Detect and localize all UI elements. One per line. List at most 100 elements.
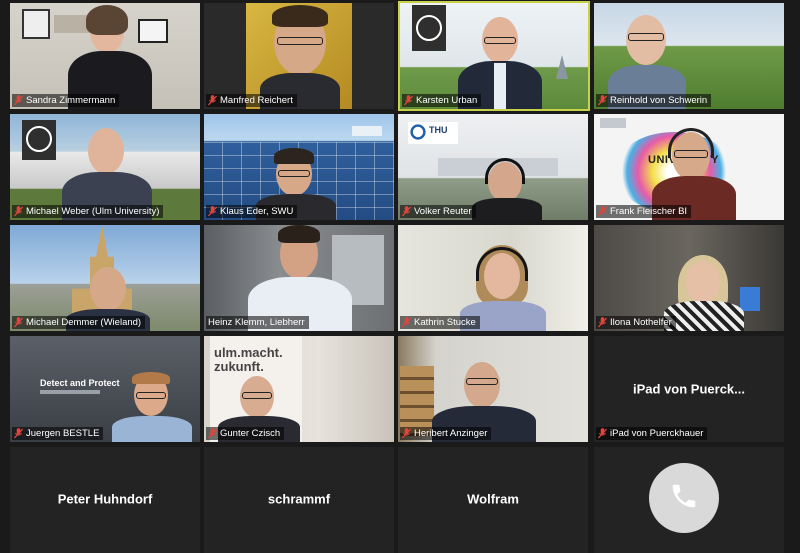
video-tile-michael-weber[interactable]: Michael Weber (Ulm University) [10, 114, 200, 220]
name-tag: Klaus Eder, SWU [206, 205, 298, 218]
monitor-light [740, 287, 760, 311]
participant-name: iPad von Puerckhauer [610, 428, 704, 439]
video-tile-karsten-urban[interactable]: Karsten Urban [398, 1, 590, 111]
thu-logo-icon [410, 124, 426, 140]
name-tag: Frank Fleischer BI [596, 205, 692, 218]
participant-body [112, 416, 192, 442]
mic-muted-icon [208, 206, 217, 217]
participant-body [664, 301, 744, 331]
participant-name: Frank Fleischer BI [610, 206, 688, 217]
university-logo-icon [416, 15, 442, 41]
video-tile-wolfram[interactable]: Wolfram [398, 447, 588, 553]
phone-icon [672, 484, 696, 508]
mic-muted-icon [598, 317, 607, 328]
video-off-name: iPad von Puerck... [633, 381, 745, 397]
glasses [136, 392, 166, 399]
mic-muted-icon [598, 428, 607, 439]
video-tile-manfred-reichert[interactable]: Manfred Reichert [204, 3, 394, 109]
video-tile-heribert-anzinger[interactable]: Heribert Anzinger [398, 336, 588, 442]
video-tile-klaus-eder[interactable]: Klaus Eder, SWU [204, 114, 394, 220]
participant-name: Gunter Czisch [220, 428, 281, 439]
participant-name: Volker Reuter [414, 206, 472, 217]
name-tag: Ilona Nothelfer [596, 316, 676, 329]
mic-muted-icon [14, 428, 23, 439]
name-tag: Michael Demmer (Wieland) [12, 316, 146, 329]
wall-frame [22, 9, 50, 39]
university-logo-icon [26, 126, 52, 152]
mic-muted-icon [14, 95, 23, 106]
participant-hair [86, 5, 128, 35]
name-tag: Manfred Reichert [206, 94, 297, 107]
mic-muted-icon [14, 317, 23, 328]
video-tile-reinhold-von-schwerin[interactable]: Reinhold von Schwerin [594, 3, 784, 109]
participant-hair [132, 372, 170, 384]
participant-head [464, 362, 500, 408]
video-tile-sandra-zimmermann[interactable]: Sandra Zimmermann [10, 3, 200, 109]
video-tile-juergen-bestle[interactable]: Detect and Protect Juergen BESTLE [10, 336, 200, 442]
participant-head [88, 128, 124, 174]
participant-name: Michael Weber (Ulm University) [26, 206, 160, 217]
participant-name: Sandra Zimmermann [26, 95, 116, 106]
video-off-name: Peter Huhndorf [57, 491, 153, 507]
participant-body [472, 198, 542, 220]
mic-muted-icon [208, 428, 217, 439]
participant-name: Karsten Urban [416, 95, 478, 106]
video-tile-michael-demmer[interactable]: Michael Demmer (Wieland) [10, 225, 200, 331]
participant-name: Ilona Nothelfer [610, 317, 672, 328]
participant-name: Reinhold von Schwerin [610, 95, 708, 106]
participant-head [90, 267, 126, 311]
name-tag: Heribert Anzinger [400, 427, 492, 440]
video-tile-gunter-czisch[interactable]: ulm.macht. zukunft. Gunter Czisch [204, 336, 394, 442]
video-tile-ilona-nothelfer[interactable]: Ilona Nothelfer [594, 225, 784, 331]
mic-muted-icon [402, 317, 411, 328]
name-tag: Michael Weber (Ulm University) [12, 205, 164, 218]
name-tag: iPad von Puerckhauer [596, 427, 708, 440]
name-tag: Heinz Klemm, Liebherr [206, 316, 309, 329]
participant-hair [278, 225, 320, 243]
name-tag: Reinhold von Schwerin [596, 94, 712, 107]
video-tile-heinz-klemm[interactable]: Heinz Klemm, Liebherr [204, 225, 394, 331]
slide-title: Detect and Protect [40, 378, 120, 388]
participant-name: Michael Demmer (Wieland) [26, 317, 142, 328]
glasses [242, 392, 272, 399]
glasses [466, 378, 498, 385]
shirt [494, 63, 506, 109]
glasses [277, 37, 323, 45]
participant-hair [274, 148, 314, 164]
video-off-name: Wolfram [467, 491, 519, 507]
mic-muted-icon [402, 428, 411, 439]
participant-name: Manfred Reichert [220, 95, 293, 106]
video-tile-ipad-von-puerckhauer[interactable]: iPad von Puerck... iPad von Puerckhauer [594, 336, 784, 442]
participant-name: Juergen BESTLE [26, 428, 100, 439]
video-tile-volker-reuter[interactable]: THU Volker Reuter [398, 114, 588, 220]
glasses [484, 37, 516, 44]
participant-name: Heribert Anzinger [414, 428, 488, 439]
name-tag: Sandra Zimmermann [12, 94, 120, 107]
participant-name: Heinz Klemm, Liebherr [208, 317, 305, 328]
banner-text: ulm.macht. zukunft. [214, 345, 283, 374]
bookshelf [400, 366, 434, 436]
name-tag: Juergen BESTLE [12, 427, 104, 440]
video-off-name: schrammf [267, 491, 331, 507]
glasses [278, 170, 310, 177]
name-tag: Gunter Czisch [206, 427, 285, 440]
wall-frame [138, 19, 168, 43]
participant-hair [272, 5, 328, 27]
video-tile-kathrin-stucke[interactable]: Kathrin Stucke [398, 225, 588, 331]
mic-muted-icon [208, 95, 217, 106]
video-tile-phone-participant[interactable] [594, 447, 784, 553]
slide-subtitle [40, 390, 100, 394]
mic-muted-icon [14, 206, 23, 217]
company-logo [600, 118, 626, 128]
video-tile-frank-fleischer[interactable]: UNIVERSITY Frank Fleischer BI [594, 114, 784, 220]
company-logo [352, 126, 382, 136]
participant-name: Kathrin Stucke [414, 317, 476, 328]
mic-muted-icon [404, 95, 413, 106]
name-tag: Volker Reuter [400, 205, 476, 218]
name-tag: Kathrin Stucke [400, 316, 480, 329]
video-tile-peter-huhndorf[interactable]: Peter Huhndorf [10, 447, 200, 553]
video-tile-schrammf[interactable]: schrammf [204, 447, 394, 553]
mic-muted-icon [598, 206, 607, 217]
participant-name: Klaus Eder, SWU [220, 206, 294, 217]
participant-head [686, 261, 720, 303]
